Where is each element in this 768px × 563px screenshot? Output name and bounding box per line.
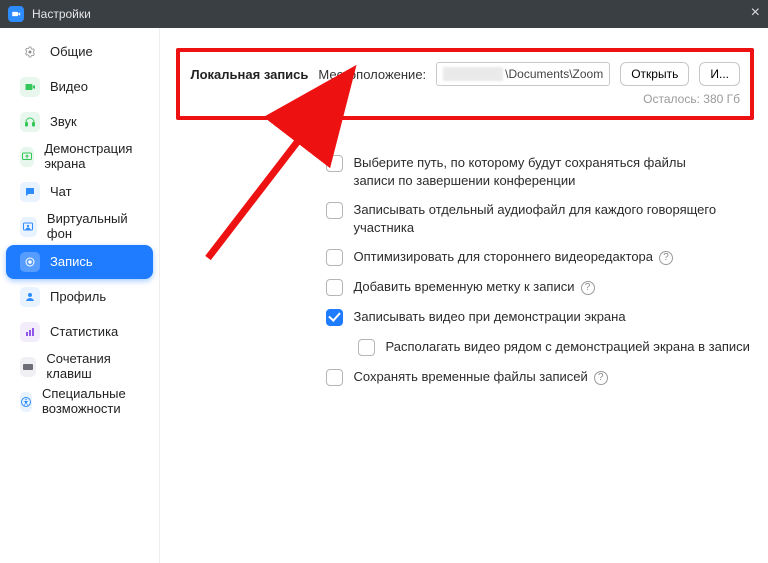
help-icon[interactable]: ? <box>581 281 595 295</box>
keyboard-icon <box>20 357 36 377</box>
sidebar-item-label: Чат <box>50 185 72 200</box>
sidebar-item-label: Запись <box>50 255 93 270</box>
sidebar-item-label: Демонстрация экрана <box>44 142 139 172</box>
headphones-icon <box>20 112 40 132</box>
change-folder-button[interactable]: И... <box>699 62 740 86</box>
checkbox[interactable] <box>326 202 343 219</box>
option-label: Сохранять временные файлы записей? <box>353 368 607 386</box>
sidebar-item-label: Звук <box>50 115 77 130</box>
video-icon <box>20 77 40 97</box>
opt-separate-audio: Записывать отдельный аудиофайл для каждо… <box>326 201 754 236</box>
annotation-highlight-box: Локальная запись Местоположение: \Docume… <box>176 48 754 120</box>
opt-choose-path: Выберите путь, по которому будут сохраня… <box>326 154 754 189</box>
sidebar-item-chat[interactable]: Чат <box>6 175 153 209</box>
space-remaining-text: Осталось: 380 Гб <box>190 92 740 106</box>
option-label: Оптимизировать для стороннего видеоредак… <box>353 248 673 266</box>
sidebar-item-keyboard[interactable]: Сочетания клавиш <box>6 350 153 384</box>
sidebar-item-profile[interactable]: Профиль <box>6 280 153 314</box>
opt-keep-temp: Сохранять временные файлы записей? <box>326 368 754 386</box>
sidebar-item-label: Сочетания клавиш <box>46 352 139 382</box>
content-pane: Локальная запись Местоположение: \Docume… <box>160 28 768 563</box>
recording-path-value: \Documents\Zoom <box>505 67 603 81</box>
open-folder-button[interactable]: Открыть <box>620 62 689 86</box>
sidebar-item-video[interactable]: Видео <box>6 70 153 104</box>
sidebar-item-recording[interactable]: Запись <box>6 245 153 279</box>
option-label: Выберите путь, по которому будут сохраня… <box>353 154 723 189</box>
sidebar-item-label: Профиль <box>50 290 106 305</box>
sidebar-item-label: Видео <box>50 80 88 95</box>
virtual-bg-icon <box>20 217 37 237</box>
recording-options: Выберите путь, по которому будут сохраня… <box>326 154 754 386</box>
accessibility-icon <box>20 392 32 412</box>
opt-video-beside-share: Располагать видео рядом с демонстрацией … <box>358 338 754 356</box>
option-label: Добавить временную метку к записи? <box>353 278 594 296</box>
profile-icon <box>20 287 40 307</box>
sidebar-item-audio[interactable]: Звук <box>6 105 153 139</box>
sidebar-item-label: Виртуальный фон <box>47 212 140 242</box>
recording-path-field[interactable]: \Documents\Zoom <box>436 62 610 86</box>
sidebar-item-general[interactable]: Общие <box>6 35 153 69</box>
option-label: Располагать видео рядом с демонстрацией … <box>385 338 749 356</box>
sidebar-item-stats[interactable]: Статистика <box>6 315 153 349</box>
opt-optimize-3rdparty: Оптимизировать для стороннего видеоредак… <box>326 248 754 266</box>
help-icon[interactable]: ? <box>659 251 673 265</box>
option-label: Записывать видео при демонстрации экрана <box>353 308 625 326</box>
window-title: Настройки <box>32 7 91 21</box>
checkbox[interactable] <box>326 155 343 172</box>
close-icon[interactable]: × <box>751 4 760 22</box>
checkbox[interactable] <box>326 249 343 266</box>
stats-icon <box>20 322 40 342</box>
zoom-app-icon <box>8 6 24 22</box>
option-label: Записывать отдельный аудиофайл для каждо… <box>353 201 723 236</box>
sidebar-item-share[interactable]: Демонстрация экрана <box>6 140 153 174</box>
location-label: Местоположение: <box>318 67 426 82</box>
path-redacted <box>443 67 503 81</box>
help-icon[interactable]: ? <box>594 371 608 385</box>
gear-icon <box>20 42 40 62</box>
sidebar-item-label: Общие <box>50 45 93 60</box>
checkbox[interactable] <box>358 339 375 356</box>
checkbox[interactable] <box>326 309 343 326</box>
sidebar-item-label: Статистика <box>50 325 118 340</box>
sidebar: Общие Видео Звук Демонстрация экрана Чат… <box>0 28 160 563</box>
record-icon <box>20 252 40 272</box>
opt-record-video-share: Записывать видео при демонстрации экрана <box>326 308 754 326</box>
checkbox[interactable] <box>326 369 343 386</box>
chat-icon <box>20 182 40 202</box>
sidebar-item-label: Специальные возможности <box>42 387 139 417</box>
share-screen-icon <box>20 147 34 167</box>
checkbox[interactable] <box>326 279 343 296</box>
sidebar-item-virtual-bg[interactable]: Виртуальный фон <box>6 210 153 244</box>
local-recording-heading: Локальная запись <box>190 67 308 82</box>
opt-timestamp: Добавить временную метку к записи? <box>326 278 754 296</box>
sidebar-item-accessibility[interactable]: Специальные возможности <box>6 385 153 419</box>
title-bar: Настройки × <box>0 0 768 28</box>
